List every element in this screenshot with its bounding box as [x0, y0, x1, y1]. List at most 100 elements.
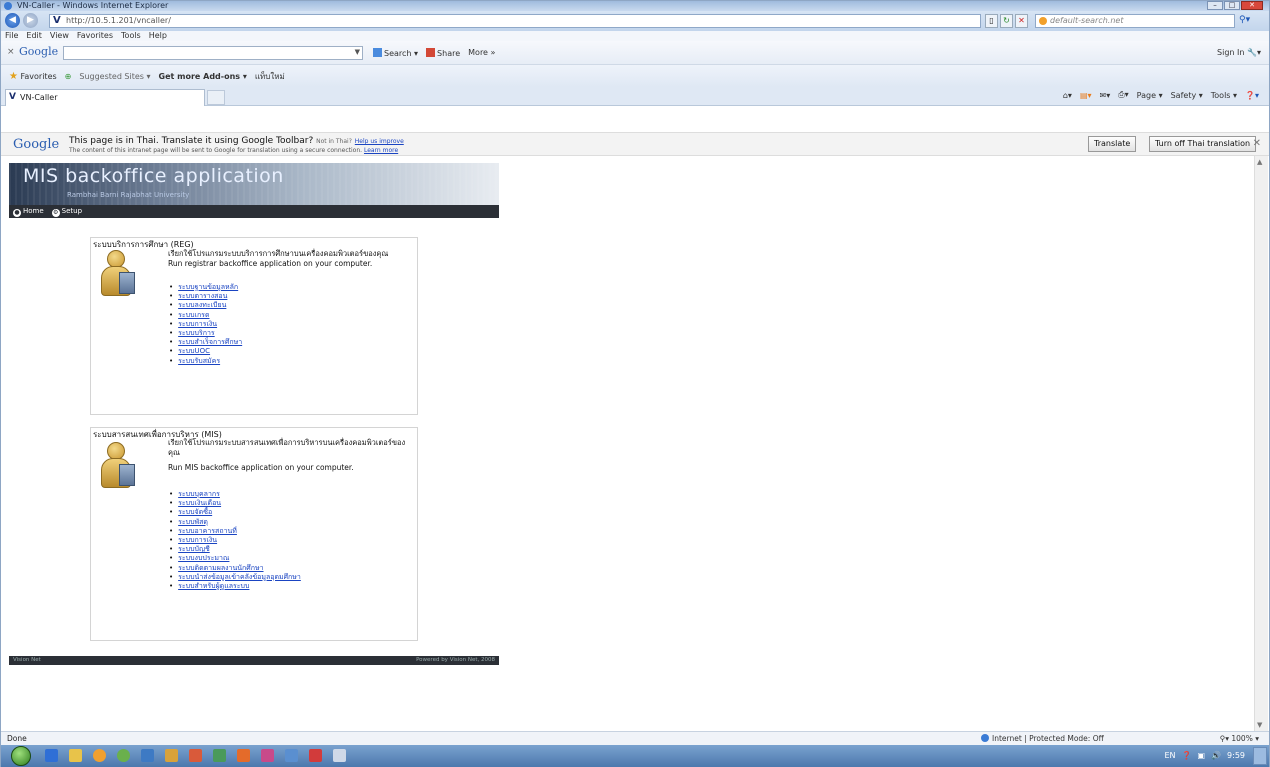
forward-button[interactable]: ▶ [23, 13, 38, 28]
google-search-input[interactable]: ▼ [63, 46, 363, 60]
google-toolbar: × Google ▼ Search ▾ Share More » Sign In… [1, 41, 1269, 65]
nav-setup[interactable]: ⚙ Setup [51, 205, 82, 218]
reg-link[interactable]: ระบบการเงิน [169, 320, 242, 329]
tools-menu[interactable]: Tools ▾ [1211, 91, 1237, 100]
app-taskbar-icon[interactable] [213, 749, 226, 762]
security-zone[interactable]: Internet | Protected Mode: Off [981, 732, 1104, 745]
translate-button[interactable]: Translate [1088, 136, 1137, 152]
sign-in-button[interactable]: Sign In 🔧▾ [1217, 48, 1261, 57]
mis-link[interactable]: ระบบบุคลากร [169, 490, 301, 499]
turn-off-translation-button[interactable]: Turn off Thai translation [1149, 136, 1257, 152]
menu-file[interactable]: File [5, 31, 18, 41]
reg-link[interactable]: ระบบลงทะเบียน [169, 301, 242, 310]
mail-icon[interactable]: ✉▾ [1100, 91, 1111, 100]
address-input[interactable]: V http://10.5.1.201/vncaller/ [49, 14, 981, 28]
show-desktop-button[interactable] [1253, 747, 1267, 765]
wrench-icon: 🔧 [1247, 48, 1257, 57]
search-input[interactable]: default-search.net [1035, 14, 1235, 28]
home-icon[interactable]: ⌂▾ [1063, 91, 1072, 100]
reg-link[interactable]: ระบบฐานข้อมูลหลัก [169, 283, 242, 292]
stop-icon[interactable]: ✕ [1015, 14, 1028, 28]
clock[interactable]: 9:59 [1227, 751, 1245, 760]
app-taskbar-icon[interactable] [285, 749, 298, 762]
app-taskbar-icon[interactable] [165, 749, 178, 762]
feeds-icon[interactable]: ▤▾ [1080, 91, 1092, 100]
fav-get-addons[interactable]: Get more Add-ons ▾ [159, 72, 247, 81]
scroll-up-icon[interactable]: ▲ [1257, 158, 1262, 166]
window-controls: – □ ✕ [1207, 1, 1263, 10]
reg-link[interactable]: ระบบรับสมัคร [169, 357, 242, 366]
explorer-taskbar-icon[interactable] [69, 749, 82, 762]
mis-link[interactable]: ระบบเงินเดือน [169, 499, 301, 508]
network-icon[interactable]: ▣ [1198, 751, 1206, 760]
chevron-down-icon[interactable]: ▼ [355, 48, 360, 56]
menu-view[interactable]: View [50, 31, 69, 41]
minimize-button[interactable]: – [1207, 1, 1223, 10]
close-button[interactable]: ✕ [1241, 1, 1263, 10]
scroll-down-icon[interactable]: ▼ [1257, 721, 1262, 729]
google-share-button[interactable]: Share [426, 48, 460, 58]
fav-suggested-sites[interactable]: Suggested Sites ▾ [79, 72, 150, 81]
page-content: MIS backoffice application Rambhai Barni… [1, 156, 1253, 731]
language-indicator[interactable]: EN [1164, 751, 1175, 760]
menu-favorites[interactable]: Favorites [77, 31, 113, 41]
compat-view-icon[interactable]: ▯ [985, 14, 998, 28]
mis-link[interactable]: ระบบบัญชี [169, 545, 301, 554]
volume-icon[interactable]: 🔊 [1211, 751, 1221, 760]
learn-more-link[interactable]: Learn more [364, 147, 398, 154]
page-menu[interactable]: Page ▾ [1137, 91, 1163, 100]
reg-link[interactable]: ระบบบริการ [169, 329, 242, 338]
help-icon[interactable]: ❓▾ [1245, 91, 1259, 100]
app-taskbar-icon[interactable] [333, 749, 346, 762]
reg-link[interactable]: ระบบตารางสอน [169, 292, 242, 301]
add-favorite-icon[interactable]: ⊕ [65, 72, 72, 81]
zoom-level[interactable]: ⚲▾ 100% ▾ [1220, 732, 1259, 745]
help-icon[interactable]: ❓ [1182, 751, 1192, 760]
mis-link[interactable]: ระบบพัสดุ [169, 518, 301, 527]
mis-link[interactable]: ระบบนำส่งข้อมูลเข้าคลังข้อมูลอุดมศึกษา [169, 573, 301, 582]
app-taskbar-icon[interactable] [237, 749, 250, 762]
favorites-button[interactable]: ★ Favorites [9, 71, 57, 82]
mis-link[interactable]: ระบบการเงิน [169, 536, 301, 545]
mis-link[interactable]: ระบบจัดซื้อ [169, 508, 301, 517]
status-bar: Done Internet | Protected Mode: Off ⚲▾ 1… [1, 731, 1269, 745]
tab-row: V VN-Caller ⌂▾ ▤▾ ✉▾ ⎙▾ Page ▾ Safety ▾ … [1, 87, 1269, 106]
mis-link[interactable]: ระบบติดตามผลงานนักศึกษา [169, 564, 301, 573]
google-more-button[interactable]: More » [468, 48, 495, 58]
menu-tools[interactable]: Tools [121, 31, 141, 41]
tab-vn-caller[interactable]: V VN-Caller [5, 89, 205, 106]
refresh-icon[interactable]: ↻ [1000, 14, 1013, 28]
footer-left: Vision Net [13, 657, 41, 663]
start-button[interactable] [11, 746, 31, 766]
print-icon[interactable]: ⎙▾ [1118, 90, 1128, 100]
reg-link[interactable]: ระบบสำเร็จการศึกษา [169, 338, 242, 347]
mis-link[interactable]: ระบบสำหรับผู้ดูแลระบบ [169, 582, 301, 591]
app-taskbar-icon[interactable] [93, 749, 106, 762]
mis-link[interactable]: ระบบงบประมาณ [169, 554, 301, 563]
app-taskbar-icon[interactable] [141, 749, 154, 762]
app-taskbar-icon[interactable] [189, 749, 202, 762]
back-button[interactable]: ◀ [5, 13, 20, 28]
fav-new-tab[interactable]: แท็บใหม่ [255, 70, 285, 83]
maximize-button[interactable]: □ [1224, 1, 1240, 10]
reg-link[interactable]: ระบบUOC [169, 347, 242, 356]
google-search-button[interactable]: Search ▾ [373, 48, 418, 58]
mis-link[interactable]: ระบบอาคารสถานที่ [169, 527, 301, 536]
user-computer-icon [99, 442, 135, 492]
menu-help[interactable]: Help [149, 31, 167, 41]
close-icon[interactable]: ✕ [1253, 138, 1261, 149]
menu-edit[interactable]: Edit [26, 31, 42, 41]
new-tab-button[interactable] [207, 90, 225, 105]
nav-home[interactable]: ● Home [13, 205, 44, 218]
app-taskbar-icon[interactable] [261, 749, 274, 762]
translate-message: This page is in Thai. Translate it using… [69, 136, 404, 146]
help-improve-link[interactable]: Help us improve [355, 138, 404, 145]
search-icon[interactable]: ⚲▾ [1239, 15, 1250, 25]
reg-link[interactable]: ระบบเกรด [169, 311, 242, 320]
app-taskbar-icon[interactable] [309, 749, 322, 762]
toolbar-close-icon[interactable]: × [7, 47, 15, 57]
app-taskbar-icon[interactable] [117, 749, 130, 762]
vertical-scrollbar[interactable]: ▲ ▼ [1254, 156, 1268, 731]
safety-menu[interactable]: Safety ▾ [1171, 91, 1203, 100]
ie-taskbar-icon[interactable] [45, 749, 58, 762]
